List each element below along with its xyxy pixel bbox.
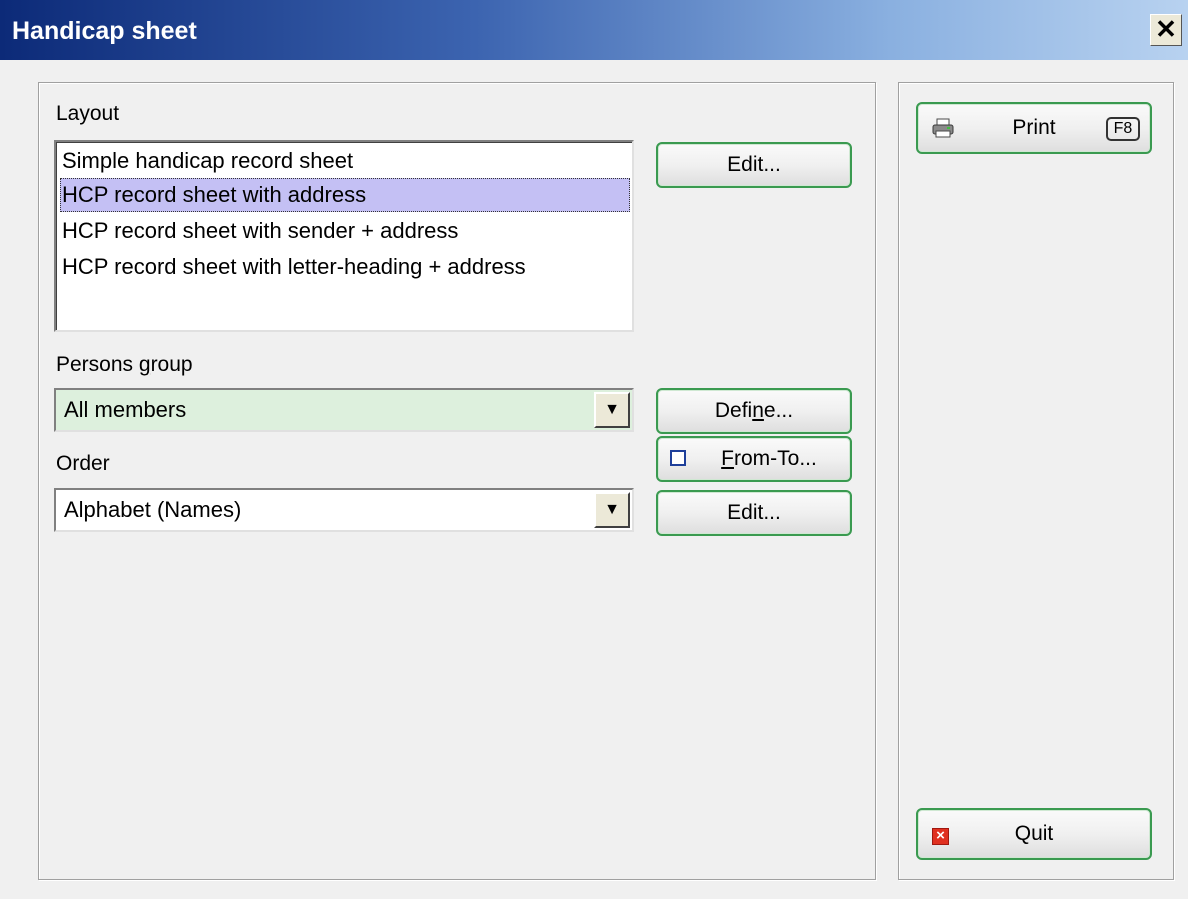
persons-group-label: Persons group (56, 353, 193, 376)
persons-group-value: All members (64, 397, 187, 422)
layout-item-simple[interactable]: Simple handicap record sheet (60, 144, 630, 178)
layout-listbox[interactable]: Simple handicap record sheet HCP record … (54, 140, 634, 332)
define-label: Define... (714, 399, 794, 422)
define-button[interactable]: Define... (656, 388, 852, 434)
quit-label: Quit (1014, 822, 1054, 845)
from-to-button[interactable]: From-To... (656, 436, 852, 482)
window-title: Handicap sheet (12, 17, 197, 45)
from-to-label: From-To... (721, 447, 817, 470)
print-button[interactable]: Print F8 (916, 102, 1152, 154)
layout-label: Layout (56, 102, 120, 125)
order-value: Alphabet (Names) (64, 497, 242, 522)
actions-panel (898, 82, 1174, 880)
order-edit-button[interactable]: Edit... (656, 490, 852, 536)
order-edit-label: Edit... (727, 501, 781, 524)
layout-item-sender-address[interactable]: HCP record sheet with sender + address (60, 214, 630, 248)
print-label: Print (1012, 116, 1056, 139)
layout-edit-label: Edit... (727, 153, 781, 176)
order-select[interactable]: Alphabet (Names) ▼ (54, 488, 634, 532)
close-icon: × (932, 828, 949, 845)
layout-edit-button[interactable]: Edit... (656, 142, 852, 188)
close-icon: ✕ (1155, 14, 1177, 44)
checkbox-icon[interactable] (670, 450, 686, 466)
quit-button[interactable]: × Quit (916, 808, 1152, 860)
chevron-down-icon[interactable]: ▼ (594, 392, 630, 428)
title-bar: Handicap sheet (0, 0, 1188, 60)
order-label: Order (56, 452, 110, 475)
layout-item-address[interactable]: HCP record sheet with address (60, 178, 630, 212)
print-shortcut-badge: F8 (1106, 117, 1140, 141)
close-button[interactable]: ✕ (1150, 14, 1182, 46)
chevron-down-icon[interactable]: ▼ (594, 492, 630, 528)
persons-group-select[interactable]: All members ▼ (54, 388, 634, 432)
layout-item-letterheading-address[interactable]: HCP record sheet with letter-heading + a… (60, 250, 630, 284)
printer-icon (932, 118, 954, 138)
